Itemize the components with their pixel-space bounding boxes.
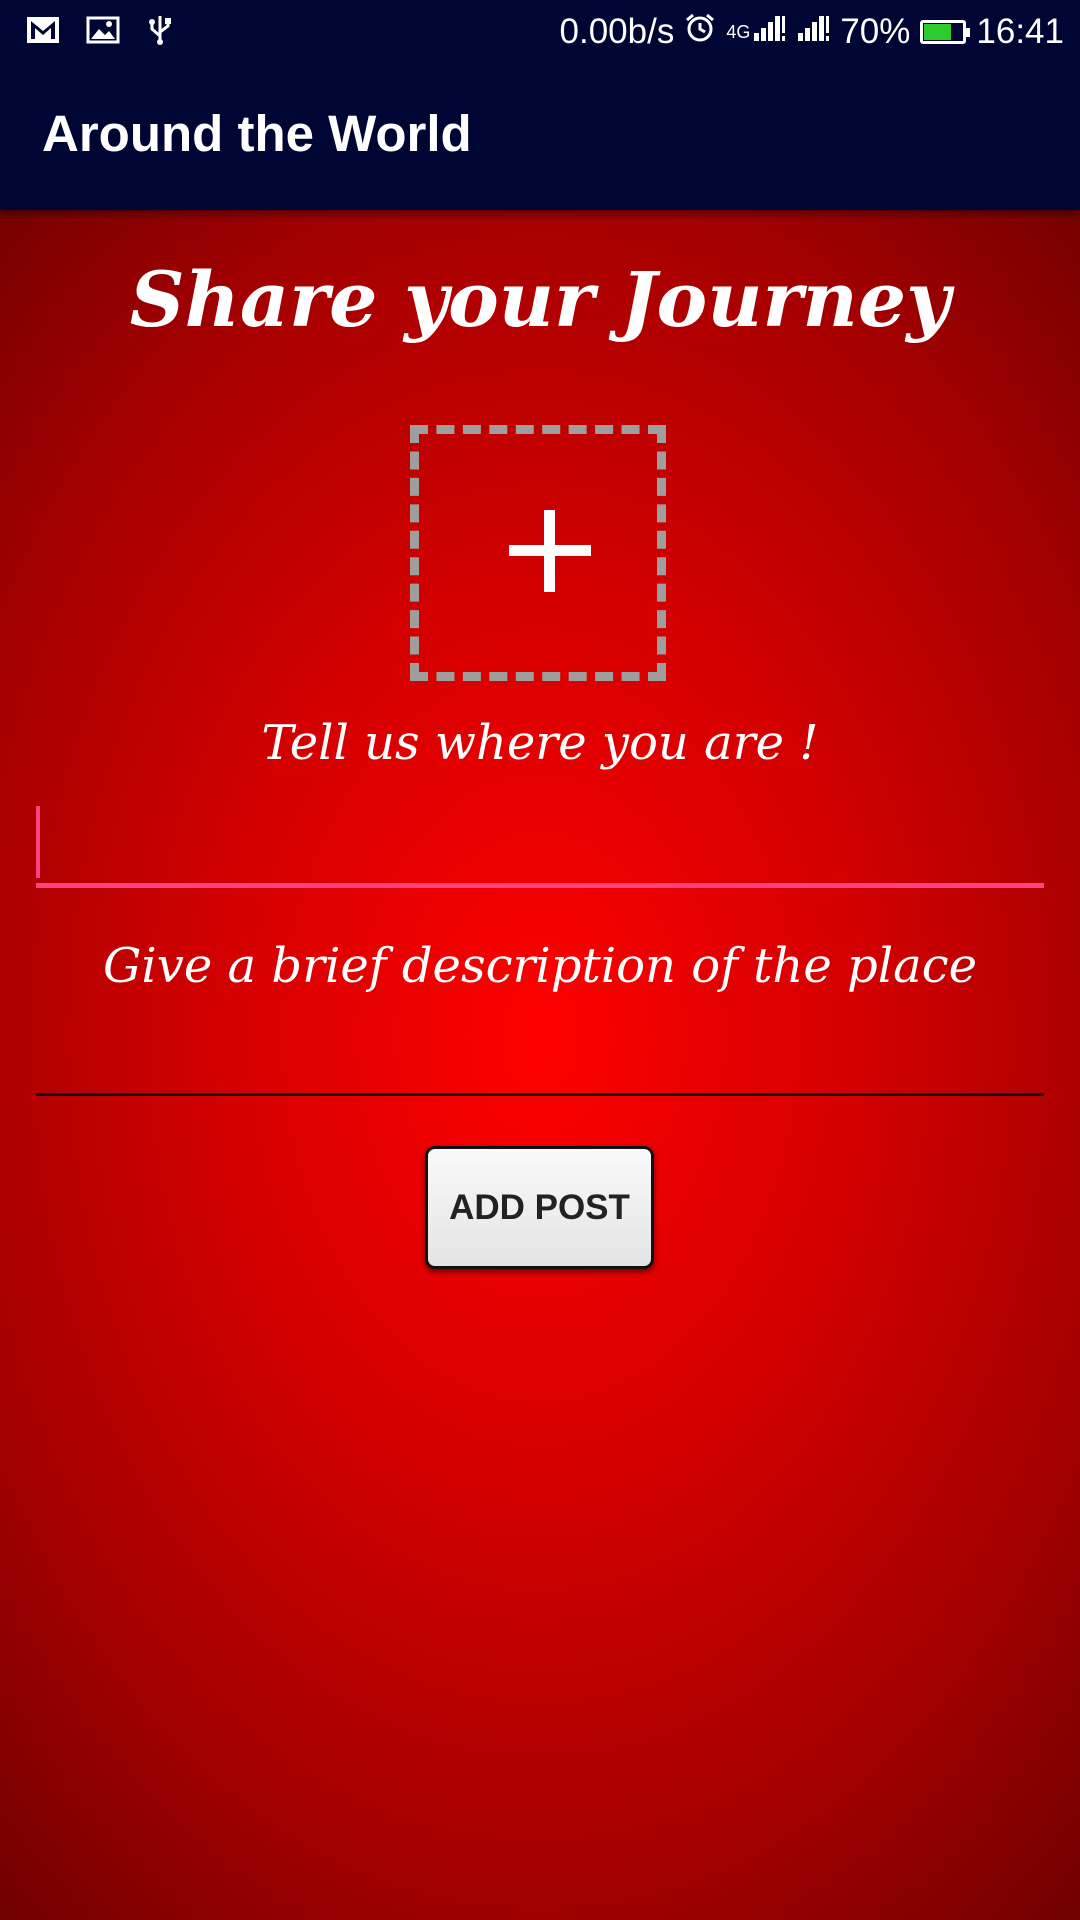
page-heading: Share your Journey	[129, 255, 951, 344]
signal-icon	[752, 12, 786, 52]
add-image-button[interactable]	[410, 425, 666, 681]
app-bar: Around the World	[0, 64, 1080, 210]
usb-icon	[146, 14, 174, 51]
location-input[interactable]	[36, 800, 1044, 888]
gmail-icon	[26, 15, 60, 50]
app-title: Around the World	[42, 105, 472, 162]
image-icon	[86, 15, 120, 50]
plus-icon	[509, 510, 591, 592]
signal-icon-2	[796, 12, 830, 52]
battery-icon	[920, 20, 971, 44]
location-label: Tell us where you are !	[261, 715, 819, 771]
description-input[interactable]	[36, 1010, 1044, 1096]
notification-icons	[26, 14, 174, 51]
network-speed: 0.00b/s	[559, 12, 675, 51]
description-label: Give a brief description of the place	[103, 938, 977, 994]
battery-percent: 70%	[840, 12, 911, 51]
add-post-button[interactable]: ADD POST	[425, 1146, 654, 1269]
clock: 16:41	[976, 12, 1064, 51]
alarm-icon	[684, 12, 716, 53]
network-type: 4G	[726, 21, 751, 42]
text-cursor	[36, 806, 40, 878]
system-status: 0.00b/s 4G 70% 16:41	[560, 0, 1064, 64]
status-bar: 0.00b/s 4G 70% 16:41	[0, 0, 1080, 64]
battery-level	[924, 24, 952, 40]
